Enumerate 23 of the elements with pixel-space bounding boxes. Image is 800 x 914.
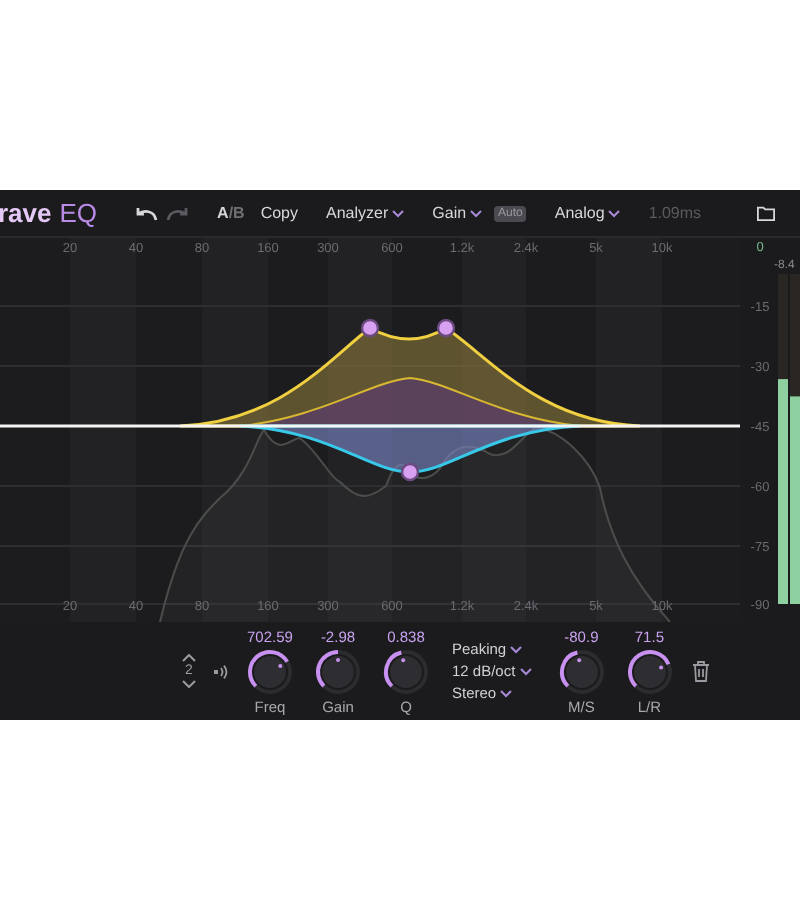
trash-icon[interactable] [691,660,710,682]
caret-icon [608,209,621,217]
logo-text: EQ [59,198,98,228]
knob[interactable] [382,647,430,695]
knob[interactable] [557,647,606,695]
undo-icon[interactable] [133,204,158,222]
speaker-icon[interactable] [212,663,228,679]
logo-text: rave [0,198,52,228]
menu-button[interactable]: Analog [554,204,605,222]
caret-icon [510,645,523,653]
folder-icon[interactable] [753,204,778,222]
caret-icon [470,209,483,217]
ab-toggle[interactable]: A [217,204,229,222]
knob[interactable] [314,647,362,695]
copy-button[interactable]: Copy [260,204,299,222]
menu-button[interactable]: Gain [432,204,467,222]
menu-button[interactable]: Analyzer [326,204,389,222]
knob[interactable] [625,647,674,695]
caret-icon [500,689,513,697]
caret-icon [392,209,405,217]
caret-icon [519,667,532,675]
latency-readout: 1.09ms [648,204,702,222]
knob[interactable] [246,647,294,695]
